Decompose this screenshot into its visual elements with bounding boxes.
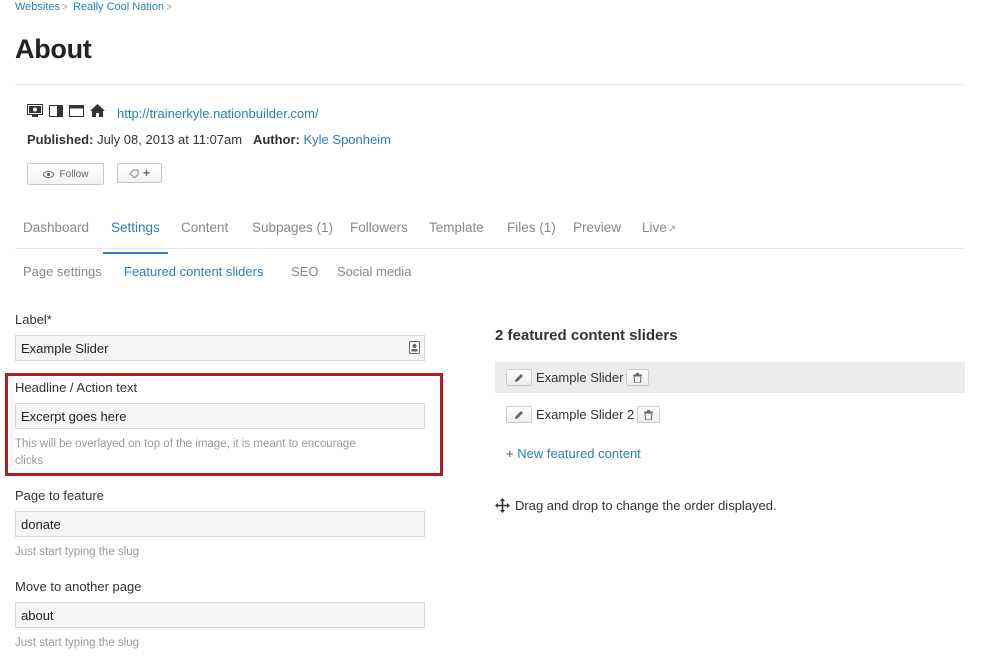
published-label: Published: bbox=[27, 132, 94, 147]
breadcrumb-websites[interactable]: Websites bbox=[15, 1, 60, 13]
subtab-social-media[interactable]: Social media bbox=[337, 264, 411, 279]
edit-slider-button[interactable] bbox=[506, 406, 532, 423]
pencil-icon bbox=[515, 410, 523, 419]
published-date: July 08, 2013 at 11:07am bbox=[93, 132, 243, 147]
browser-window-icon[interactable] bbox=[69, 104, 84, 117]
follow-label: Follow bbox=[59, 168, 89, 180]
move-page-hint: Just start typing the slug bbox=[15, 637, 140, 649]
tab-live[interactable]: Live↗ bbox=[634, 220, 684, 248]
tab-followers[interactable]: Followers bbox=[342, 220, 416, 248]
edit-slider-button[interactable] bbox=[506, 369, 532, 386]
subtab-page-settings[interactable]: Page settings bbox=[23, 264, 102, 279]
headline-input[interactable] bbox=[15, 403, 425, 429]
plus-prefix: + bbox=[506, 446, 518, 461]
sidebar-layout-icon[interactable] bbox=[49, 104, 63, 117]
site-url-link[interactable]: http://trainerkyle.nationbuilder.com/ bbox=[117, 106, 319, 121]
eye-icon bbox=[42, 170, 54, 178]
add-tag-button[interactable]: + bbox=[117, 163, 162, 183]
page-view-icons bbox=[27, 104, 105, 117]
headline-field-label: Headline / Action text bbox=[15, 380, 138, 395]
page-title: About bbox=[15, 34, 92, 64]
headline-hint: This will be overlayed on top of the ima… bbox=[15, 436, 356, 470]
id-card-icon bbox=[409, 341, 420, 359]
main-tabs: Dashboard Settings Content Subpages (1) … bbox=[15, 214, 965, 254]
home-icon[interactable] bbox=[90, 104, 105, 117]
slider-name: Example Slider bbox=[536, 370, 624, 385]
sliders-heading: 2 featured content sliders bbox=[495, 327, 678, 344]
move-page-input[interactable] bbox=[15, 602, 425, 628]
pencil-icon bbox=[515, 373, 523, 382]
tab-preview[interactable]: Preview bbox=[565, 220, 629, 248]
page-to-feature-input[interactable] bbox=[15, 511, 425, 537]
drag-hint-text: Drag and drop to change the order displa… bbox=[515, 498, 777, 513]
breadcrumb-separator: > bbox=[166, 2, 172, 13]
slider-name: Example Slider 2 bbox=[536, 407, 635, 422]
page-to-feature-label: Page to feature bbox=[15, 488, 104, 503]
subtab-seo[interactable]: SEO bbox=[291, 264, 318, 279]
tab-files[interactable]: Files (1) bbox=[499, 220, 564, 248]
headline-hint-line1: This will be overlayed on top of the ima… bbox=[15, 438, 356, 450]
divider bbox=[15, 84, 965, 85]
new-featured-content[interactable]: + New featured content bbox=[506, 446, 641, 461]
tab-content[interactable]: Content bbox=[173, 220, 236, 248]
author-link[interactable]: Kyle Sponheim bbox=[304, 132, 391, 147]
drag-hint: Drag and drop to change the order displa… bbox=[495, 498, 777, 513]
label-field-label: Label* bbox=[15, 312, 52, 327]
follow-button[interactable]: Follow bbox=[27, 163, 104, 185]
tab-subpages[interactable]: Subpages (1) bbox=[244, 220, 341, 248]
plus-icon: + bbox=[142, 166, 150, 180]
tab-settings[interactable]: Settings bbox=[103, 220, 168, 254]
breadcrumb-separator: > bbox=[62, 2, 68, 13]
author-label: Author: bbox=[252, 132, 300, 147]
external-link-icon: ↗ bbox=[667, 224, 677, 235]
label-input[interactable] bbox=[15, 335, 425, 361]
move-page-label: Move to another page bbox=[15, 579, 142, 594]
tab-dashboard[interactable]: Dashboard bbox=[15, 220, 97, 248]
slider-list-item[interactable]: Example Slider 2 bbox=[495, 399, 965, 430]
new-featured-content-link[interactable]: New featured content bbox=[517, 446, 641, 461]
subtab-featured-content-sliders[interactable]: Featured content sliders bbox=[124, 264, 263, 279]
screen-icon[interactable] bbox=[27, 104, 43, 117]
page-to-feature-hint: Just start typing the slug bbox=[15, 546, 140, 558]
trash-icon bbox=[633, 372, 643, 383]
breadcrumb: Websites > Really Cool Nation > bbox=[15, 1, 174, 13]
breadcrumb-really-cool-nation[interactable]: Really Cool Nation bbox=[73, 1, 164, 13]
tab-template[interactable]: Template bbox=[421, 220, 492, 248]
slider-list-item[interactable]: Example Slider bbox=[495, 362, 965, 393]
move-arrows-icon bbox=[495, 498, 510, 513]
tag-icon bbox=[129, 169, 139, 178]
trash-icon bbox=[644, 409, 654, 420]
delete-slider-button[interactable] bbox=[637, 406, 661, 423]
delete-slider-button[interactable] bbox=[626, 369, 650, 386]
tab-live-label: Live bbox=[642, 220, 667, 235]
headline-hint-line2: clicks bbox=[15, 455, 44, 467]
published-info: Published: July 08, 2013 at 11:07am Auth… bbox=[27, 132, 391, 147]
